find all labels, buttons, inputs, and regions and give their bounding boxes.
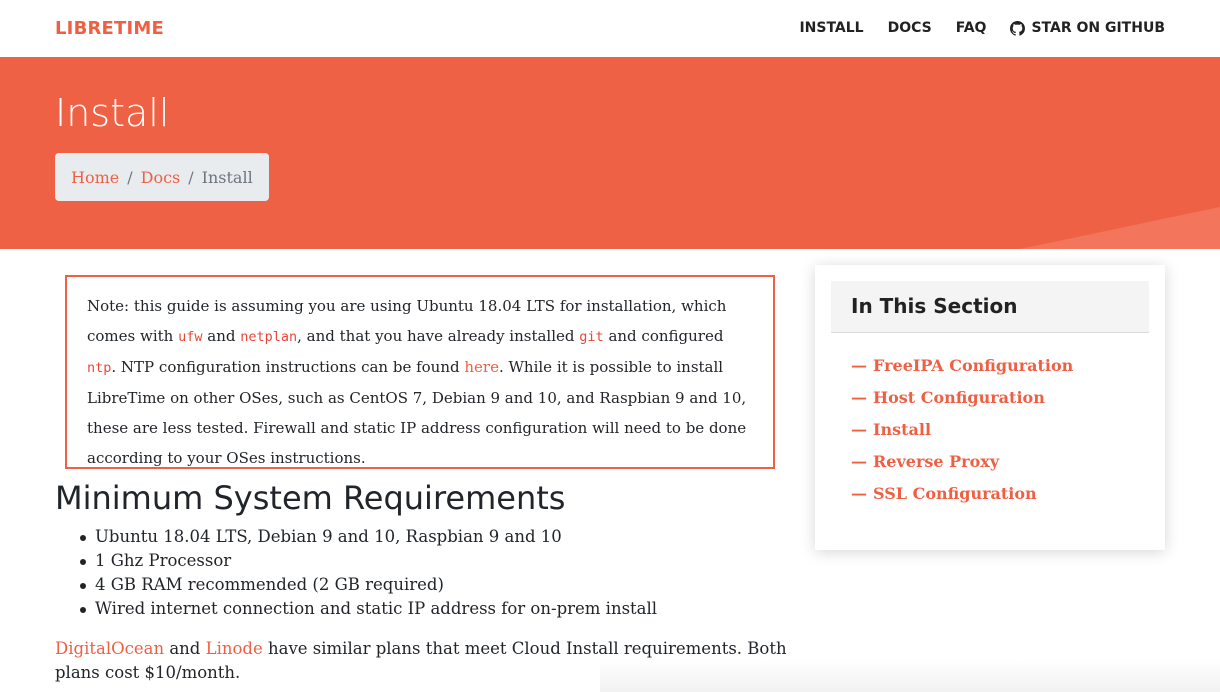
- para-text: and: [164, 639, 206, 658]
- sidebar-item-reverse-proxy: — Reverse Proxy: [851, 451, 1073, 483]
- sidebar-link-install[interactable]: Install: [873, 420, 931, 439]
- list-item: 4 GB RAM recommended (2 GB required): [80, 573, 657, 597]
- note-text: Note: this guide is assuming you are usi…: [87, 291, 753, 473]
- note-text-part: , and that you have already installed: [297, 327, 580, 345]
- digitalocean-link[interactable]: DigitalOcean: [55, 639, 164, 658]
- sidebar-link-ssl[interactable]: SSL Configuration: [873, 484, 1037, 503]
- nav-install-link[interactable]: INSTALL: [799, 20, 863, 36]
- sidebar-item-freeipa: — FreeIPA Configuration: [851, 355, 1073, 387]
- sidebar-link-reverse-proxy[interactable]: Reverse Proxy: [873, 452, 999, 471]
- code-ufw: ufw: [178, 329, 203, 345]
- sidebar-list: — FreeIPA Configuration — Host Configurati…: [851, 355, 1073, 515]
- note-text-part: . NTP configuration instructions can be …: [111, 358, 465, 376]
- sidebar-header: In This Section: [831, 281, 1149, 333]
- star-on-github-link[interactable]: STAR ON GITHUB: [1010, 20, 1165, 36]
- note-text-part: and: [202, 327, 241, 345]
- code-ntp: ntp: [87, 360, 112, 376]
- note-text-part: and configured: [603, 327, 724, 345]
- breadcrumb: Home / Docs / Install: [55, 153, 269, 201]
- ntp-instructions-link[interactable]: here: [464, 358, 499, 376]
- dash-icon: —: [851, 388, 867, 407]
- sidebar-title: In This Section: [851, 294, 1018, 318]
- code-git: git: [579, 329, 604, 345]
- dash-icon: —: [851, 420, 867, 439]
- sidebar-link-freeipa[interactable]: FreeIPA Configuration: [873, 356, 1073, 375]
- dash-icon: —: [851, 356, 867, 375]
- breadcrumb-docs-link[interactable]: Docs: [141, 168, 181, 187]
- page-title: Install: [55, 91, 170, 135]
- code-netplan: netplan: [240, 329, 298, 345]
- in-this-section-sidebar: In This Section — FreeIPA Configuration —…: [815, 265, 1165, 550]
- nav-faq-link[interactable]: FAQ: [956, 20, 987, 36]
- brand-logo-link[interactable]: LIBRETIME: [55, 18, 164, 39]
- breadcrumb-separator: /: [188, 167, 194, 187]
- requirements-heading: Minimum System Requirements: [55, 479, 566, 517]
- breadcrumb-separator: /: [127, 167, 133, 187]
- breadcrumb-home-link[interactable]: Home: [71, 168, 119, 187]
- nav-docs-link[interactable]: DOCS: [888, 20, 932, 36]
- breadcrumb-current: Install: [201, 167, 253, 187]
- list-item: Ubuntu 18.04 LTS, Debian 9 and 10, Raspb…: [80, 525, 657, 549]
- linode-link[interactable]: Linode: [206, 639, 263, 658]
- github-icon: [1010, 20, 1026, 36]
- sidebar-item-install: — Install: [851, 419, 1073, 451]
- list-item: Wired internet connection and static IP …: [80, 597, 657, 621]
- github-label: STAR ON GITHUB: [1031, 20, 1165, 36]
- hero-banner: Install Home / Docs / Install: [0, 57, 1220, 249]
- cloud-plans-paragraph: DigitalOcean and Linode have similar pla…: [55, 637, 795, 685]
- dash-icon: —: [851, 484, 867, 503]
- navbar: LIBRETIME INSTALL DOCS FAQ STAR ON GITHU…: [0, 0, 1220, 57]
- requirements-list: Ubuntu 18.04 LTS, Debian 9 and 10, Raspb…: [80, 525, 657, 621]
- sidebar-item-ssl: — SSL Configuration: [851, 483, 1073, 515]
- sidebar-item-host: — Host Configuration: [851, 387, 1073, 419]
- list-item: 1 Ghz Processor: [80, 549, 657, 573]
- install-note: Note: this guide is assuming you are usi…: [65, 275, 775, 469]
- dash-icon: —: [851, 452, 867, 471]
- nav-links: INSTALL DOCS FAQ STAR ON GITHUB: [799, 20, 1165, 36]
- sidebar-link-host[interactable]: Host Configuration: [873, 388, 1045, 407]
